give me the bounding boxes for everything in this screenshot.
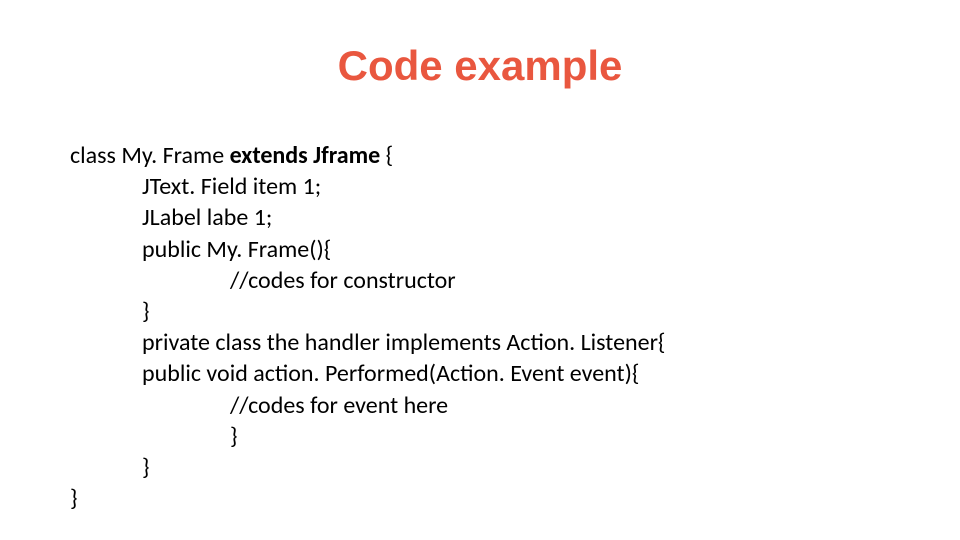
code-line: JLabel labe 1; (70, 202, 665, 233)
code-line: } (70, 452, 665, 483)
code-keyword: extends Jframe (230, 141, 381, 170)
code-line: } (70, 296, 665, 327)
code-line: } (70, 483, 665, 514)
code-line: public My. Frame(){ (70, 234, 665, 265)
code-line: public void action. Performed(Action. Ev… (70, 358, 665, 389)
code-line: } (70, 421, 665, 452)
code-text: { (380, 141, 393, 170)
code-line: //codes for constructor (70, 265, 665, 296)
code-example: class My. Frame extends Jframe { JText. … (70, 140, 665, 514)
code-line: //codes for event here (70, 390, 665, 421)
code-text: class My. Frame (70, 141, 230, 170)
slide-title: Code example (0, 42, 960, 90)
code-line: class My. Frame extends Jframe { (70, 140, 665, 171)
code-line: JText. Field item 1; (70, 171, 665, 202)
code-line: private class the handler implements Act… (70, 327, 665, 358)
slide: Code example class My. Frame extends Jfr… (0, 0, 960, 540)
